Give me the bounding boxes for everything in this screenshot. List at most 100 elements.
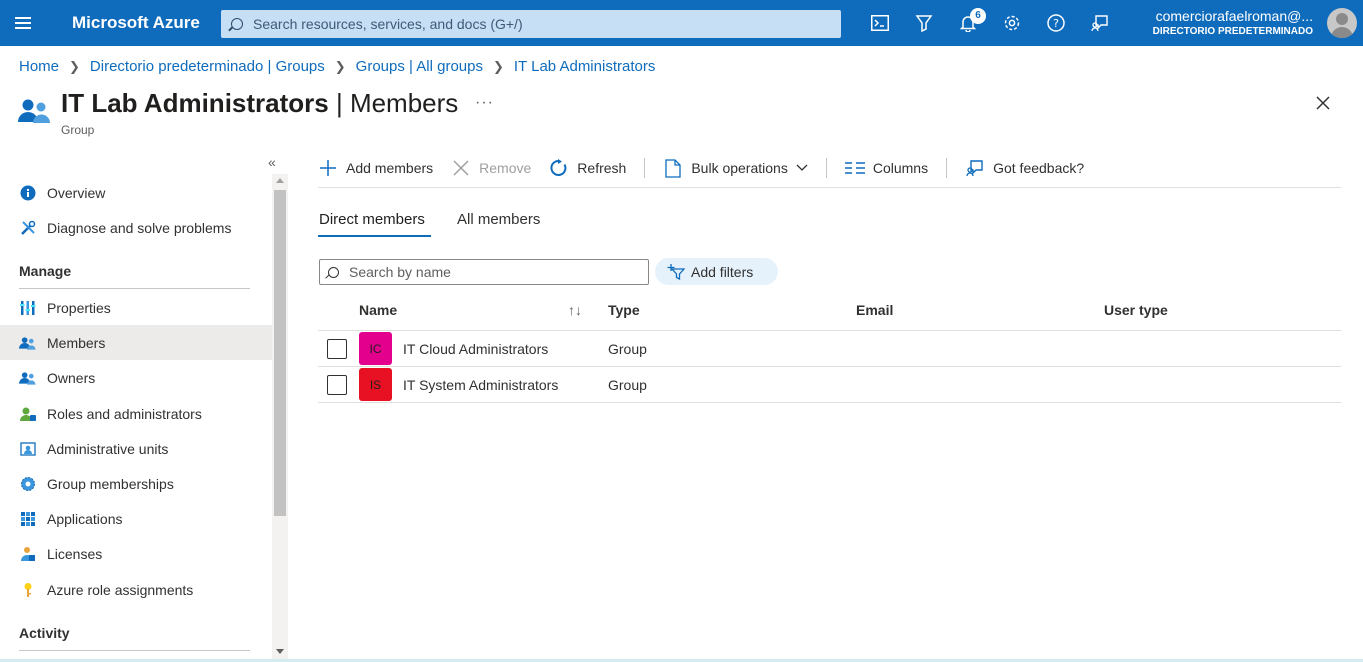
cloud-shell-button[interactable] [858,0,902,46]
close-icon [451,158,471,178]
table-row[interactable]: IC IT Cloud Administrators Group [318,331,1341,366]
roles-icon [19,405,36,422]
add-filters-button[interactable]: Add filters [655,258,778,285]
column-header-type[interactable]: Type [608,302,640,318]
columns-label: Columns [872,160,929,176]
document-icon [663,158,683,178]
column-header-email[interactable]: Email [856,302,893,318]
sidebar-item-licenses[interactable]: Licenses [0,536,272,571]
breadcrumb-directory-groups[interactable]: Directorio predeterminado | Groups [90,58,325,75]
bulk-operations-button[interactable]: Bulk operations [663,158,808,178]
directory-filter-button[interactable] [902,0,946,46]
sidebar-item-overview[interactable]: Overview [0,175,272,210]
divider [19,288,250,289]
notifications-button[interactable]: 6 [946,0,990,46]
scroll-up-icon[interactable] [276,178,284,183]
settings-button[interactable] [990,0,1034,46]
bulk-operations-label: Bulk operations [691,160,788,176]
sidebar-item-applications[interactable]: Applications [0,501,272,536]
key-icon [19,581,36,598]
global-search-input[interactable] [253,16,813,32]
toolbar-divider-line [318,187,1341,188]
search-icon [231,18,243,30]
command-bar: Add members Remove Refresh Bulk operatio… [318,154,1102,182]
member-name-link[interactable]: IT System Administrators [403,377,558,393]
settings-icon [1004,15,1020,31]
member-type: Group [608,341,647,357]
sidebar-item-label: Diagnose and solve problems [47,219,232,236]
sidebar-item-label: Members [47,334,106,351]
admin-units-icon [19,440,36,457]
toolbar-divider [825,158,827,178]
row-divider [318,402,1341,403]
toolbar-divider [946,158,948,178]
account-menu[interactable]: comerciorafaelroman@... DIRECTORIO PREDE… [1153,8,1313,37]
sort-icon[interactable]: ↑↓ [568,302,582,318]
row-checkbox[interactable] [327,339,347,359]
sidebar-item-group-memberships[interactable]: Group memberships [0,466,272,501]
columns-button[interactable]: Columns [844,158,929,178]
sidebar-item-members[interactable]: Members [0,325,272,360]
close-icon[interactable] [1314,94,1332,112]
owners-icon [19,369,36,386]
info-icon [19,184,36,201]
sidebar-item-azure-role-assignments[interactable]: Azure role assignments [0,572,272,607]
applications-icon [19,510,36,527]
members-icon [19,334,36,351]
chevron-right-icon: ❯ [492,58,504,74]
sidebar-item-roles[interactable]: Roles and administrators [0,396,272,431]
add-members-button[interactable]: Add members [318,158,433,178]
page-subtitle: Group [61,123,95,137]
help-button[interactable]: ? [1034,0,1078,46]
page-title-separator: | [328,88,350,118]
sidebar-item-properties[interactable]: Properties [0,290,272,325]
licenses-icon [19,545,36,562]
avatar-body [1331,27,1353,38]
avatar[interactable] [1327,8,1357,38]
chevron-down-icon [796,164,808,172]
breadcrumb-all-groups[interactable]: Groups | All groups [356,58,483,75]
tab-direct-members[interactable]: Direct members [319,211,425,228]
sidebar-item-label: Azure role assignments [47,581,194,598]
sidebar-item-label: Group memberships [47,475,174,492]
breadcrumb-current-group[interactable]: IT Lab Administrators [514,58,655,75]
member-name-link[interactable]: IT Cloud Administrators [403,341,548,357]
remove-button[interactable]: Remove [451,158,531,178]
add-filter-icon [667,263,685,280]
member-search[interactable] [319,259,649,285]
notification-badge: 6 [970,8,986,24]
more-options-button[interactable]: ··· [475,94,494,112]
sidebar-item-diagnose[interactable]: Diagnose and solve problems [0,210,272,245]
remove-label: Remove [479,160,532,176]
sidebar-item-label: Administrative units [47,440,169,457]
collapse-sidebar-icon[interactable]: « [268,154,276,170]
breadcrumb: Home ❯ Directorio predeterminado | Group… [19,58,655,75]
breadcrumb-home[interactable]: Home [19,58,59,75]
tab-all-members[interactable]: All members [457,211,540,228]
scroll-down-icon[interactable] [276,649,284,654]
divider [19,650,250,651]
feedback-button[interactable] [1078,0,1122,46]
plus-icon [318,158,338,178]
member-type: Group [608,377,647,393]
avatar-head [1336,13,1348,25]
table-row[interactable]: IS IT System Administrators Group [318,367,1341,402]
portal-menu-button[interactable] [0,0,46,46]
section-activity: Activity [19,625,70,641]
column-header-name[interactable]: Name [359,302,397,318]
feedback-button[interactable]: Got feedback? [965,158,1084,178]
chevron-right-icon: ❯ [69,58,80,74]
column-header-user-type[interactable]: User type [1104,302,1168,318]
page-title: IT Lab Administrators | Members [61,88,458,119]
scrollbar-thumb[interactable] [274,190,286,516]
brand-title[interactable]: Microsoft Azure [72,13,222,33]
sidebar-item-owners[interactable]: Owners [0,360,272,395]
row-checkbox[interactable] [327,375,347,395]
global-search[interactable] [221,10,841,38]
sidebar-item-admin-units[interactable]: Administrative units [0,431,272,466]
sidebar-scrollbar[interactable] [272,174,288,662]
group-memberships-icon [19,475,36,492]
section-manage: Manage [19,263,72,279]
refresh-button[interactable]: Refresh [549,158,626,178]
member-search-input[interactable] [349,264,639,280]
